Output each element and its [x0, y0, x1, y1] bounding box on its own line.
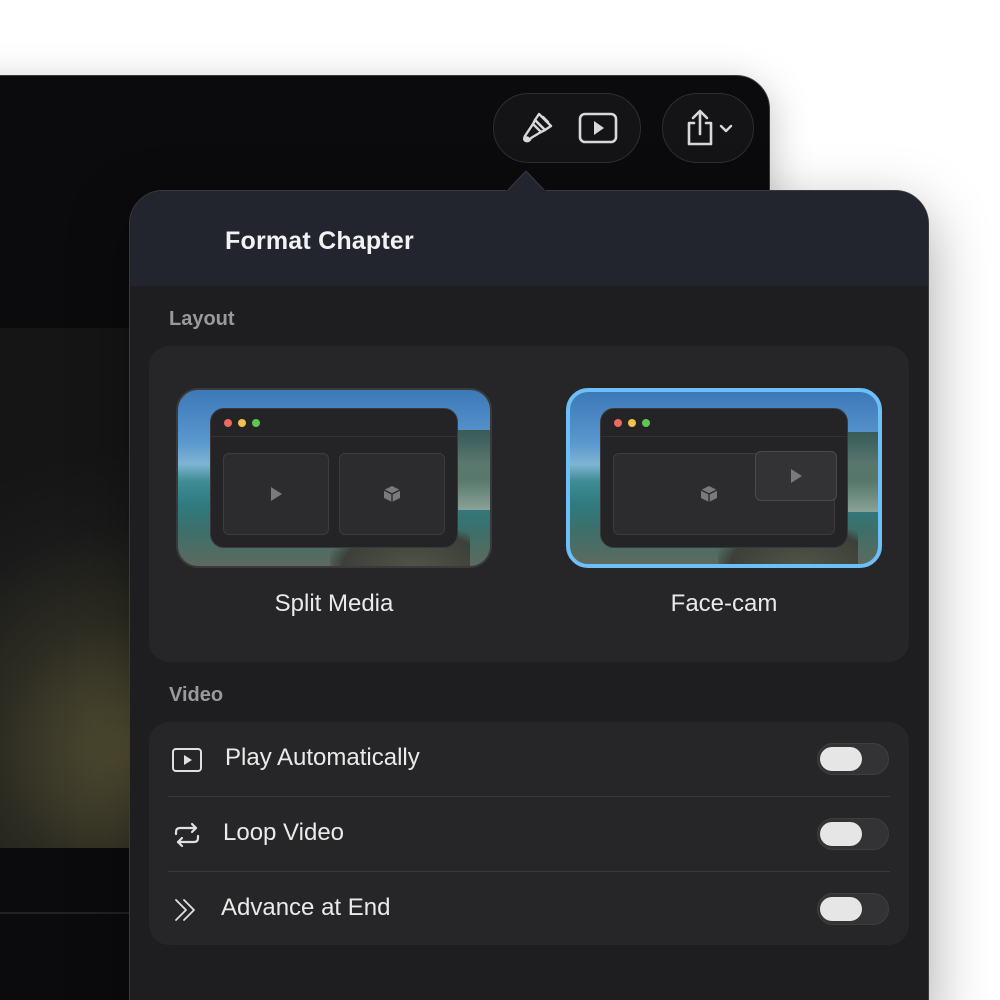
double-chevron-right-icon [171, 896, 203, 924]
format-toolbar-group [493, 93, 641, 163]
split-media-label: Split Media [274, 590, 394, 617]
play-preview-button[interactable] [572, 102, 624, 154]
advance-at-end-row[interactable]: Advance at End [149, 872, 909, 947]
format-chapter-popover: Format Chapter Layout Split Media Face-c… [129, 190, 929, 1000]
layout-card: Split Media Face-cam [149, 346, 909, 662]
play-automatically-toggle[interactable] [817, 743, 889, 775]
loop-arrows-icon [171, 821, 203, 849]
face-cam-thumbnail [566, 388, 882, 568]
layout-option-face-cam[interactable]: Face-cam [566, 388, 882, 618]
cube-icon [383, 486, 401, 502]
play-automatically-row[interactable]: Play Automatically [149, 722, 909, 797]
format-brush-button[interactable] [511, 102, 563, 154]
play-rectangle-icon [578, 112, 617, 144]
layout-section-label: Layout [169, 308, 235, 330]
popover-title: Format Chapter [225, 227, 414, 255]
mini-window [600, 408, 848, 548]
advance-at-end-toggle[interactable] [817, 893, 889, 925]
mini-window [210, 408, 458, 548]
loop-video-toggle[interactable] [817, 818, 889, 850]
play-rectangle-icon [171, 746, 203, 774]
video-pane [223, 453, 329, 535]
chevron-down-icon [719, 124, 733, 133]
app-toolbar [0, 76, 769, 196]
popover-header: Format Chapter [130, 191, 928, 286]
play-icon [791, 469, 802, 483]
video-settings-card: Play Automatically Loop Video Advance at… [149, 722, 909, 945]
layout-option-split-media[interactable]: Split Media [176, 388, 492, 618]
cube-icon [700, 486, 718, 502]
face-cam-pane [755, 451, 837, 501]
loop-video-label: Loop Video [223, 819, 345, 846]
share-button[interactable] [673, 102, 743, 154]
face-cam-label: Face-cam [670, 590, 778, 617]
play-automatically-label: Play Automatically [225, 744, 420, 771]
media-pane [339, 453, 445, 535]
loop-video-row[interactable]: Loop Video [149, 797, 909, 872]
paintbrush-icon [522, 112, 552, 143]
play-icon [271, 487, 282, 501]
split-media-thumbnail [176, 388, 492, 568]
video-section-label: Video [169, 684, 224, 706]
share-icon [687, 109, 713, 146]
popover-arrow [506, 170, 546, 192]
share-toolbar-group [662, 93, 754, 163]
advance-at-end-label: Advance at End [221, 894, 391, 921]
